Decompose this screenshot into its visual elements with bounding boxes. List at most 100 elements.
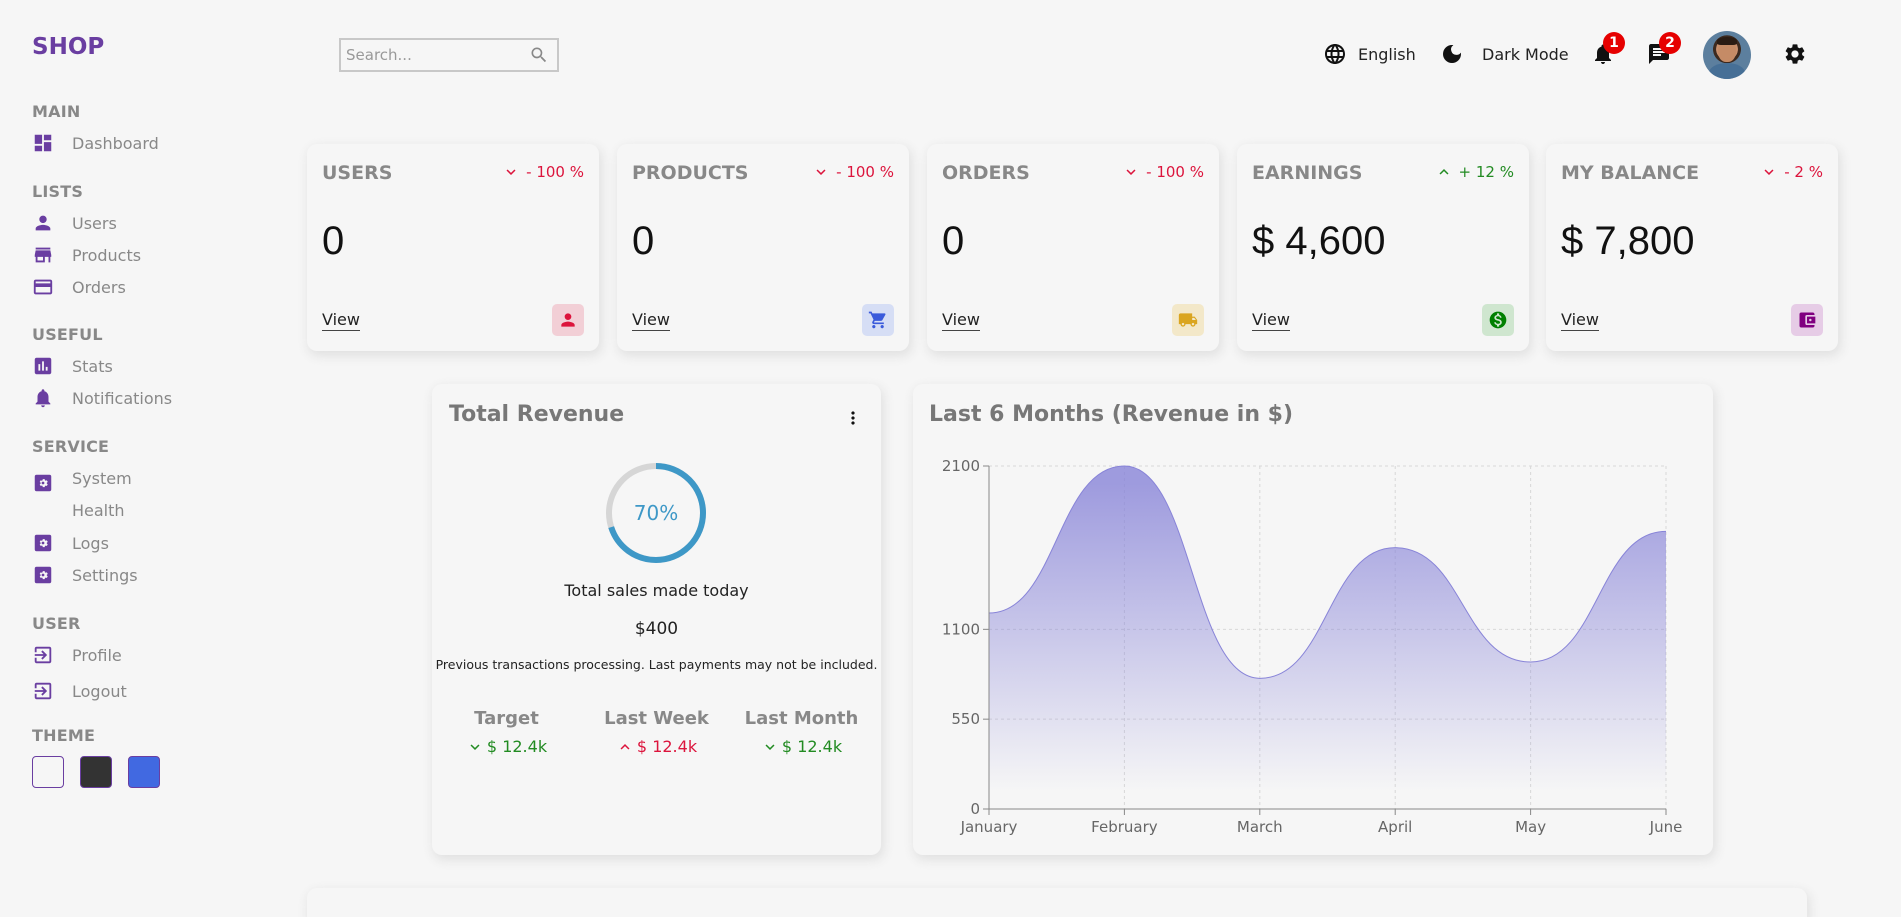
- widget-percentage-value: - 100 %: [526, 163, 584, 181]
- widget-my-balance: MY BALANCE - 2 % $ 7,800 View: [1546, 144, 1838, 351]
- sidebar-item-logout[interactable]: Logout: [32, 680, 127, 702]
- widget-view-link[interactable]: View: [1561, 310, 1599, 331]
- sidebar-item-label: Settings: [72, 565, 138, 585]
- summary-value-text: $ 12.4k: [636, 737, 698, 756]
- widget-title: USERS: [322, 162, 393, 184]
- x-tick-label: April: [1378, 818, 1412, 836]
- theme-dark-option[interactable]: [80, 756, 112, 788]
- widget-view-link[interactable]: View: [942, 310, 980, 331]
- search-input[interactable]: [341, 46, 525, 64]
- settings-icon: [32, 564, 54, 586]
- summary-title: Last Month: [744, 708, 859, 729]
- widget-icon-button[interactable]: [1482, 304, 1514, 336]
- x-tick-label: May: [1515, 818, 1546, 836]
- theme-blue-option[interactable]: [128, 756, 160, 788]
- revenue-chart-card: Last 6 Months (Revenue in $) 0 550 1100 210…: [913, 384, 1713, 855]
- sidebar-item-profile[interactable]: Profile: [32, 644, 122, 666]
- search-box: [339, 38, 559, 72]
- chevron-down-icon: [506, 169, 516, 175]
- theme-light-option[interactable]: [32, 756, 64, 788]
- widget-icon-button[interactable]: [862, 304, 894, 336]
- cart-icon: [868, 311, 886, 329]
- sidebar-item-stats[interactable]: Stats: [32, 355, 113, 377]
- sidebar-item-label: Stats: [72, 356, 113, 376]
- widget-icon-button[interactable]: [1172, 304, 1204, 336]
- store-icon: [32, 244, 54, 266]
- sidebar-item-dashboard[interactable]: Dashboard: [32, 132, 159, 154]
- sidebar-item-orders[interactable]: Orders: [32, 276, 126, 298]
- summary-title: Target: [474, 708, 539, 729]
- widget-percentage-value: + 12 %: [1458, 163, 1514, 181]
- moon-icon: [1443, 45, 1461, 63]
- widget-view-link[interactable]: View: [322, 310, 360, 331]
- sales-label: Total sales made today: [564, 581, 749, 600]
- widget-counter: $ 7,800: [1561, 219, 1695, 263]
- summary-value: $ 12.4k: [584, 737, 729, 756]
- y-tick-label: 1100: [942, 620, 980, 638]
- summary-value-text: $ 12.4k: [781, 737, 843, 756]
- dashboard-icon: [32, 132, 54, 154]
- sidebar-item-system-health[interactable]: System Health: [32, 463, 162, 527]
- revenue-area-chart: 0 550 1100 2100 January February March April May…: [942, 457, 1683, 836]
- widget-percentage: - 100 %: [812, 163, 894, 181]
- summary-value: $ 12.4k: [434, 737, 579, 756]
- widget-users: USERS - 100 % 0 View: [307, 144, 599, 351]
- sidebar-item-label: System Health: [72, 469, 132, 520]
- featured-description: Previous transactions processing. Last p…: [435, 657, 878, 672]
- gear-icon: [1785, 44, 1805, 64]
- sidebar-item-label: Dashboard: [72, 133, 159, 153]
- more-options-icon[interactable]: [843, 406, 863, 430]
- credit-card-icon: [32, 276, 54, 298]
- widget-icon-button[interactable]: [552, 304, 584, 336]
- widget-orders: ORDERS - 100 % 0 View: [927, 144, 1219, 351]
- featured-revenue-card: Total Revenue 70% Total sales made today…: [432, 384, 881, 855]
- y-tick-label: 550: [951, 710, 980, 728]
- notifications-button[interactable]: 1: [1591, 32, 1625, 66]
- x-tick-label: February: [1091, 818, 1158, 836]
- widget-percentage: - 2 %: [1760, 163, 1823, 181]
- widget-title: MY BALANCE: [1561, 162, 1700, 184]
- chevron-down-icon: [816, 169, 826, 175]
- widget-icon-button[interactable]: [1791, 304, 1823, 336]
- widget-counter: 0: [632, 219, 655, 263]
- sidebar-item-logs[interactable]: Logs: [32, 532, 109, 554]
- shop-logo[interactable]: SHOP: [32, 34, 104, 60]
- widget-counter: 0: [322, 219, 345, 263]
- sidebar-item-label: Profile: [72, 645, 122, 665]
- avatar[interactable]: [1703, 31, 1751, 79]
- settings-button[interactable]: [1783, 42, 1807, 66]
- summary-title: Last Week: [604, 708, 709, 729]
- messages-button[interactable]: 2: [1647, 32, 1681, 66]
- y-tick-label: 0: [970, 800, 980, 818]
- language-selector[interactable]: English: [1323, 42, 1416, 66]
- sidebar-item-label: Notifications: [72, 388, 173, 408]
- featured-title: Total Revenue: [449, 402, 625, 427]
- dark-mode-label: Dark Mode: [1482, 44, 1569, 64]
- chevron-down-icon: [1126, 169, 1136, 175]
- widget-percentage: - 100 %: [1122, 163, 1204, 181]
- sidebar-item-products[interactable]: Products: [32, 244, 141, 266]
- chevron-down-icon: [765, 743, 775, 750]
- widget-view-link[interactable]: View: [1252, 310, 1290, 331]
- dark-mode-toggle[interactable]: Dark Mode: [1440, 42, 1569, 66]
- login-icon: [32, 644, 54, 666]
- person-icon: [32, 212, 54, 234]
- sidebar-item-settings[interactable]: Settings: [32, 564, 138, 586]
- avatar-hair: [1717, 37, 1737, 45]
- search-icon[interactable]: [529, 45, 549, 65]
- sidebar-item-notifications[interactable]: Notifications: [32, 387, 172, 409]
- section-title-user: USER: [32, 614, 81, 633]
- widget-view-link[interactable]: View: [632, 310, 670, 331]
- section-title-lists: LISTS: [32, 182, 84, 201]
- truck-icon: [1178, 313, 1198, 327]
- sidebar-item-users[interactable]: Users: [32, 212, 117, 234]
- sidebar-item-label: Users: [72, 213, 117, 233]
- widget-title: PRODUCTS: [632, 162, 749, 184]
- x-tick-label: June: [1649, 818, 1683, 836]
- sales-amount: $400: [634, 619, 679, 639]
- widget-percentage: + 12 %: [1435, 163, 1514, 181]
- x-tick-label: March: [1237, 818, 1283, 836]
- x-tick-label: January: [960, 818, 1018, 836]
- summary-item: Last Month $ 12.4k: [729, 708, 874, 756]
- y-tick-label: 2100: [942, 457, 980, 475]
